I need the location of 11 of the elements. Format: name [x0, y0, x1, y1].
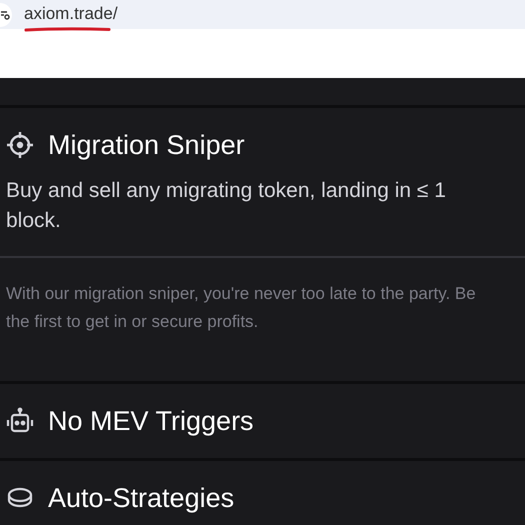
feature-description: Buy and sell any migrating token, landing in ≤ 1 block.: [5, 178, 447, 234]
feature-title: Migration Sniper: [48, 129, 245, 162]
feature-card[interactable]: Migration Sniper Buy and sell any migrating token, landing in ≤ 1 block. With our migration sniper, you're never too late to the party. Be the first to get in or secure profits.: [0, 108, 525, 381]
feature-detail: With our migration sniper, you're never too late to the party. Be the first to get in or secure profits.: [5, 283, 477, 333]
feature-title: No MEV Triggers: [48, 405, 254, 438]
robot-icon: [6, 407, 34, 435]
feature-title: Auto-Strategies: [48, 482, 234, 515]
crosshair-icon: [6, 131, 34, 159]
feature-card[interactable]: Auto-Strategies: [0, 461, 525, 525]
url-text[interactable]: axiom.trade/: [24, 4, 118, 24]
feature-card[interactable]: No MEV Triggers: [0, 384, 525, 458]
